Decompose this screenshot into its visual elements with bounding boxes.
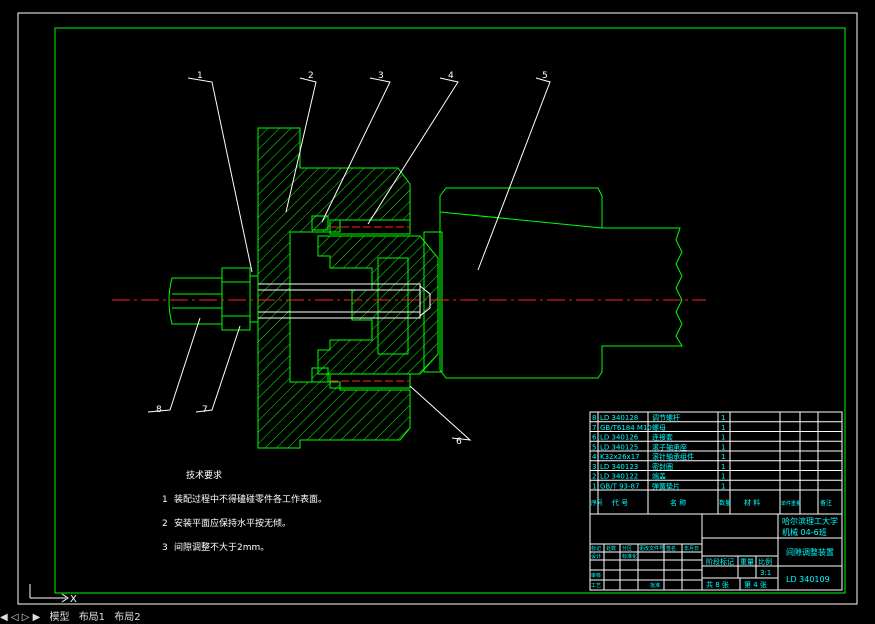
tech-req-num: 3	[162, 543, 168, 553]
title-block-weight-label: 重量	[740, 558, 754, 566]
parts-header-material: 材 料	[744, 498, 760, 507]
title-block-row-label: 标准化	[622, 553, 637, 560]
title-block-stage-label: 阶段标记	[706, 557, 734, 566]
parts-row-code: K32x26x17	[600, 453, 640, 461]
part-label: 8	[156, 405, 162, 415]
parts-row-no: 5	[592, 443, 596, 451]
parts-header-remark: 备注	[820, 499, 832, 507]
part-label: 6	[456, 437, 462, 447]
tab-layout2[interactable]: 布局2	[114, 611, 140, 624]
parts-row-code: LD 340123	[600, 463, 638, 471]
cad-drawing-canvas: 1 2 3 4 5 6 7 8 技术要求 1 装配过程中不得磕碰零件各工作表面。…	[17, 12, 858, 605]
title-block-scale-label: 比例	[758, 557, 772, 566]
parts-row-no: 8	[592, 414, 596, 422]
parts-row-name: 调节螺杆	[652, 413, 680, 422]
tech-req-title: 技术要求	[186, 469, 222, 481]
title-block-row-label: 处数	[606, 545, 616, 552]
parts-row-no: 1	[592, 482, 596, 490]
title-block-class: 机械 04-6班	[782, 527, 827, 537]
parts-header-code: 代 号	[612, 498, 628, 507]
part-label: 1	[197, 71, 203, 81]
tab-layout1[interactable]: 布局1	[79, 611, 105, 624]
parts-row-qty: 1	[721, 482, 725, 490]
part-hex-nut	[221, 267, 259, 331]
parts-row-qty: 1	[721, 434, 725, 442]
parts-row-qty: 1	[721, 424, 725, 432]
parts-header-no: 序号	[591, 499, 603, 507]
parts-row-name: 连接套	[652, 433, 673, 442]
parts-header-unit-weight: 单件重量	[781, 500, 801, 507]
parts-row-qty: 1	[721, 414, 725, 422]
parts-row-qty: 1	[721, 453, 725, 461]
title-block-drawing-name: 间隙调整装置	[786, 547, 834, 557]
parts-row-code: LD 340125	[600, 443, 638, 451]
parts-row-code: GB/T6184 M10	[600, 424, 652, 432]
title-block-school: 哈尔滨理工大学	[782, 516, 838, 526]
parts-row-code: LD 340126	[600, 434, 639, 442]
parts-row-name: 密封圈	[652, 462, 673, 471]
title-block-row-label: 工艺	[591, 583, 601, 589]
part-label: 7	[202, 405, 208, 415]
tech-req-num: 2	[162, 519, 168, 529]
tech-req-text: 安装平面应保持水平按无倾。	[174, 517, 291, 529]
title-block-row-label: 审核	[591, 572, 601, 579]
title-block-sheet-current: 第 4 张	[744, 580, 767, 589]
title-block-scale: 3:1	[760, 569, 771, 577]
ucs-icon: X	[29, 584, 77, 605]
parts-header-name: 名 称	[670, 498, 686, 507]
part-label: 2	[308, 71, 314, 81]
parts-row-no: 4	[592, 453, 597, 461]
parts-row-no: 6	[592, 434, 597, 442]
title-block-row-label: 设计	[591, 553, 601, 560]
title-block-row-label: 批准	[650, 582, 660, 589]
tab-nav-arrows[interactable]: ◀ ◁ ▷ ▶	[0, 611, 40, 624]
title-block-row-label: 年月日	[684, 545, 699, 552]
tech-req-num: 1	[162, 495, 168, 505]
parts-row-code: LD 340122	[600, 473, 638, 481]
parts-row-code: GB/T 93-87	[600, 482, 639, 490]
parts-row-qty: 1	[721, 473, 725, 481]
sheet-inner-border	[54, 27, 846, 594]
parts-row-name: 弹簧垫片	[652, 481, 680, 490]
ucs-x-label: X	[70, 594, 77, 605]
part-label: 3	[378, 71, 384, 81]
parts-row-qty: 1	[721, 463, 725, 471]
layout-tab-bar: ◀ ◁ ▷ ▶ 模型 布局1 布局2	[0, 611, 875, 624]
parts-row-qty: 1	[721, 443, 725, 451]
part-label: 4	[448, 71, 454, 81]
title-block-row-label: 更改文件号	[639, 545, 664, 552]
parts-row-no: 7	[592, 424, 596, 432]
title-block-sheets-total: 共 8 张	[706, 580, 729, 589]
parts-list-text: 8 LD 340128 调节螺杆 1 7 GB/T6184 M10 螺母 1 6…	[591, 413, 838, 589]
parts-row-code: LD 340128	[600, 414, 638, 422]
parts-row-name: 滚子轴承座	[652, 442, 687, 451]
part-bearing-seat	[423, 187, 683, 379]
parts-row-name: 端盖	[652, 472, 666, 481]
title-block-row-label: 分区	[622, 545, 632, 552]
title-block-drawing-number: LD 340109	[786, 575, 830, 584]
title-block-row-label: 签名	[666, 545, 676, 552]
parts-row-no: 3	[592, 463, 596, 471]
tab-model[interactable]: 模型	[50, 611, 70, 624]
parts-row-name: 螺母	[652, 423, 666, 432]
technical-requirements: 技术要求 1 装配过程中不得磕碰零件各工作表面。 2 安装平面应保持水平按无倾。…	[162, 469, 327, 553]
title-block-row-label: 标记	[591, 545, 601, 552]
part-label: 5	[542, 71, 548, 81]
parts-row-name: 滚针轴承组件	[652, 452, 694, 461]
parts-row-no: 2	[592, 473, 596, 481]
tech-req-text: 装配过程中不得磕碰零件各工作表面。	[174, 493, 327, 505]
tech-req-text: 间隙调整不大于2mm。	[174, 541, 269, 553]
parts-header-qty: 数量	[719, 499, 731, 507]
